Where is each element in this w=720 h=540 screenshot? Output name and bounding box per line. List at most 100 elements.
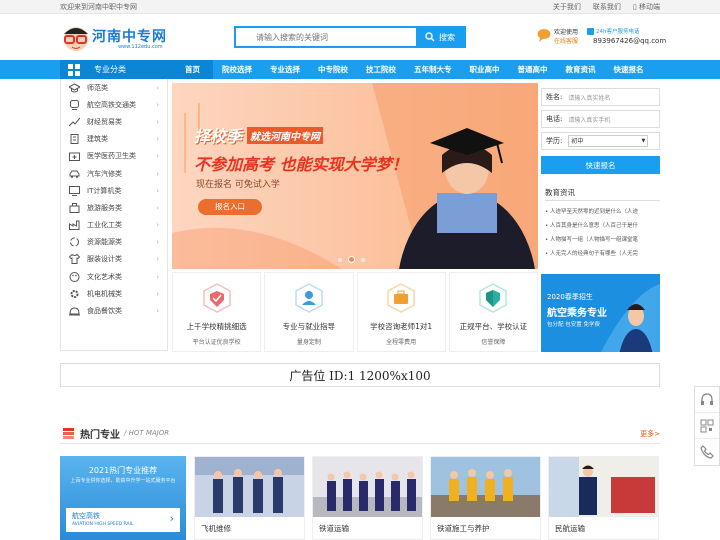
sidebar-item-label: 财经贸易类	[87, 117, 122, 126]
news-panel: 教育资讯 • 人迹罕至天然零的近到是什么（人迹 • 人百其身是什么意思（人百己千…	[545, 187, 660, 267]
promo-title: 2021热门专业推荐	[88, 466, 158, 475]
hotline[interactable]: 欢迎使用 在线客服 24h客户服务电话 893967426@qq.com	[537, 26, 667, 56]
nav-item-technical[interactable]: 技工院校	[357, 60, 405, 79]
sidebar-item-label: 机电机械类	[87, 289, 122, 298]
feature-title: 上千学校精挑细选	[186, 322, 247, 331]
carousel-dot-active[interactable]	[348, 256, 355, 263]
nav-item-vocational[interactable]: 职业高中	[461, 60, 509, 79]
chevron-right-icon: ›	[156, 83, 159, 92]
major-card-rail-transport[interactable]: 铁道运输	[312, 456, 423, 540]
customer-service-button[interactable]	[695, 387, 719, 413]
mobile-link[interactable]: ▯ 移动端	[633, 2, 660, 12]
carousel-dot[interactable]	[361, 257, 365, 262]
chevron-right-icon: ›	[156, 100, 159, 109]
sidebar-item-construction[interactable]: 建筑类 ›	[61, 131, 167, 148]
logo-url: www.112edu.com	[118, 44, 163, 50]
sidebar-item-industry[interactable]: 工业化工类 ›	[61, 217, 167, 234]
phone-field[interactable]: 电话: 请输入真实手机	[541, 110, 660, 128]
sidebar-item-teacher[interactable]: 师范类 ›	[61, 79, 167, 96]
chevron-right-icon: ›	[156, 186, 159, 195]
nav-item-news[interactable]: 教育资讯	[557, 60, 605, 79]
nav-item-majors[interactable]: 专业选择	[261, 60, 309, 79]
feature-row: 上千学校精挑细选 平台认证优良学校 专业与就业指导 量身定制 学校咨询老师1对1…	[172, 272, 538, 352]
aviation-ad[interactable]: 2020春季招生 航空乘务专业 包分配 包安置 免学费	[541, 274, 660, 352]
feature-title: 学校咨询老师1对1	[370, 322, 433, 331]
nav-item-schools[interactable]: 院校选择	[213, 60, 261, 79]
sidebar-item-tourism[interactable]: 旅游服务类 ›	[61, 199, 167, 216]
sidebar-item-food[interactable]: 食品餐饮类 ›	[61, 302, 167, 319]
chevron-right-icon: ›	[156, 169, 159, 178]
carousel-dot[interactable]	[338, 257, 342, 262]
news-item-text: 人百其身是什么意思（人百己千是什	[550, 223, 639, 229]
major-card-image	[549, 457, 658, 517]
news-item[interactable]: • 人物描写一组（人物描写一组课堂笔	[545, 235, 660, 243]
news-item[interactable]: • 人无完人的经典句子有哪些（人无完	[545, 249, 660, 257]
major-card-image	[195, 457, 304, 517]
sidebar-item-fashion[interactable]: 服装设计类 ›	[61, 251, 167, 268]
sidebar-item-label: 汽车汽修类	[87, 169, 122, 178]
nav-items: 首页 院校选择 专业选择 中专院校 技工院校 五年制大专 职业高中 普通高中 教…	[172, 60, 653, 79]
promo-button[interactable]: 航空高铁 AVIATION HIGH SPEED RAIL ›	[66, 508, 180, 532]
chevron-right-icon: ›	[156, 238, 159, 247]
news-item-text: 人迹罕至天然零的近到是什么（人迹	[550, 209, 639, 215]
sidebar-item-auto[interactable]: 汽车汽修类 ›	[61, 165, 167, 182]
site-logo[interactable]: 河南中专网 www.112edu.com	[60, 24, 180, 54]
ad-placeholder[interactable]: 广告位 ID:1 1200%x100	[60, 363, 660, 387]
sidebar-item-energy[interactable]: 资源能源类 ›	[61, 234, 167, 251]
sidebar-item-mechanical[interactable]: 机电机械类 ›	[61, 285, 167, 302]
education-label: 学历:	[546, 137, 563, 145]
about-link[interactable]: 关于我们	[553, 2, 581, 12]
major-card-rail-construction[interactable]: 铁道施工与养护	[430, 456, 541, 540]
chevron-right-icon: ›	[156, 307, 159, 316]
category-sidebar: 师范类 › 航空高铁交通类 › 财经贸易类 › 建筑类 › 医学医药卫生类 › 汽车汽修类…	[60, 79, 168, 351]
phone-label: 电话:	[546, 115, 563, 123]
news-item[interactable]: • 人百其身是什么意思（人百己千是什	[545, 221, 660, 229]
major-card-civil-aviation[interactable]: 民航运输	[548, 456, 659, 540]
major-card-aircraft[interactable]: 飞机维修	[194, 456, 305, 540]
nav-item-five-year[interactable]: 五年制大专	[405, 60, 461, 79]
carousel-dots	[338, 256, 365, 263]
sidebar-item-aviation[interactable]: 航空高铁交通类 ›	[61, 96, 167, 113]
quick-signup-button[interactable]: 快速报名	[541, 156, 660, 174]
sidebar-item-arts[interactable]: 文化艺术类 ›	[61, 268, 167, 285]
medical-kit-icon	[69, 151, 80, 162]
nav-item-secondary[interactable]: 中专院校	[309, 60, 357, 79]
feature-sub: 平台认证优良学校	[192, 339, 241, 346]
sidebar-item-finance[interactable]: 财经贸易类 ›	[61, 113, 167, 130]
hot-majors-title: 热门专业	[80, 430, 120, 441]
feature-card-certified[interactable]: 正规平台、学校认证 信誉保障	[448, 272, 538, 352]
phone-small-icon	[587, 28, 594, 35]
feature-card-schools[interactable]: 上千学校精挑细选 平台认证优良学校	[172, 272, 262, 352]
nav-item-high-school[interactable]: 普通高中	[509, 60, 557, 79]
search-input[interactable]	[236, 28, 416, 46]
search-icon	[425, 32, 435, 42]
phone-button[interactable]	[695, 439, 719, 465]
banner-signup-button[interactable]: 报名入口	[198, 199, 262, 215]
search-button[interactable]: 搜索	[416, 28, 464, 46]
nav-item-signup[interactable]: 快速报名	[605, 60, 653, 79]
recycle-icon	[69, 237, 80, 247]
main-nav: 专业分类 首页 院校选择 专业选择 中专院校 技工院校 五年制大专 职业高中 普…	[0, 60, 720, 79]
contact-link[interactable]: 联系我们	[593, 2, 621, 12]
major-card-image	[313, 457, 422, 517]
palette-icon	[69, 271, 80, 282]
hero-banner[interactable]: 择校季 就选河南中专网 不参加高考 也能实现大学梦！ 现在报名 可免试入学 报名…	[172, 83, 538, 269]
name-field[interactable]: 姓名: 请输入真实姓名	[541, 88, 660, 106]
more-link[interactable]: 更多>	[640, 429, 660, 439]
feature-card-consult[interactable]: 学校咨询老师1对1 全程零费用	[356, 272, 446, 352]
aviation-ad-line1: 2020春季招生	[547, 293, 593, 301]
feature-card-guidance[interactable]: 专业与就业指导 量身定制	[264, 272, 354, 352]
grid-icon	[68, 63, 80, 76]
nav-item-home[interactable]: 首页	[172, 60, 213, 79]
education-select[interactable]: 学历: 初中 ▼	[541, 132, 660, 150]
major-card-label: 铁道施工与养护	[437, 524, 490, 533]
feature-sub: 全程零费用	[386, 339, 417, 346]
banner-background	[172, 83, 538, 269]
qr-code-button[interactable]	[695, 413, 719, 439]
hot-promo-card[interactable]: 2021热门专业推荐 上百专业供你选择，助高中升学一站式服务平台 航空高铁 AV…	[60, 456, 186, 540]
phone-icon	[700, 445, 714, 459]
sidebar-item-it[interactable]: IT计算机类 ›	[61, 182, 167, 199]
category-menu[interactable]: 专业分类	[60, 60, 172, 79]
sidebar-item-medical[interactable]: 医学医药卫生类 ›	[61, 148, 167, 165]
news-item[interactable]: • 人迹罕至天然零的近到是什么（人迹	[545, 207, 660, 215]
